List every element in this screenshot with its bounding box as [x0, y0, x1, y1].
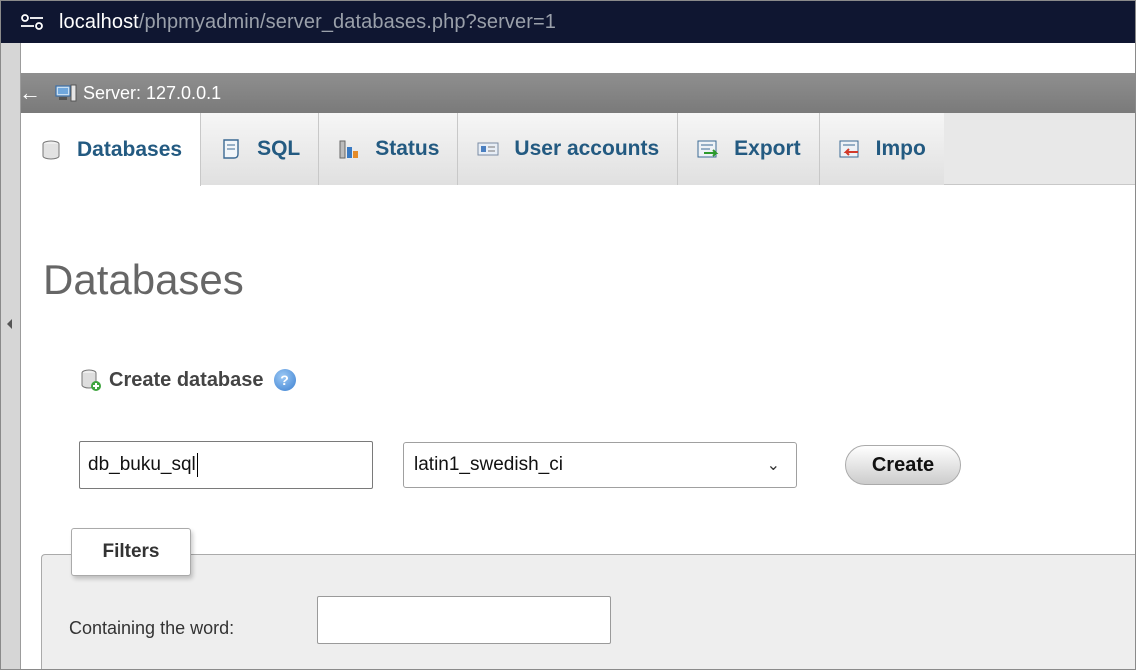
tab-label: Status — [375, 137, 440, 160]
create-button[interactable]: Create — [845, 445, 961, 485]
help-icon[interactable]: ? — [273, 369, 296, 391]
server-icon — [55, 84, 77, 102]
url-host: localhost — [59, 10, 139, 33]
user-accounts-icon — [477, 142, 499, 156]
tab-label: Export — [734, 137, 801, 160]
tab-label: SQL — [257, 137, 301, 160]
url-text[interactable]: localhost/phpmyadmin/server_databases.ph… — [59, 11, 556, 34]
filter-label: Containing the word: — [69, 618, 235, 638]
tab-export[interactable]: Export — [678, 113, 820, 185]
address-bar[interactable]: localhost/phpmyadmin/server_databases.ph… — [1, 1, 1135, 43]
server-label-text: Server: 127.0.0.1 — [83, 82, 222, 103]
tab-sql[interactable]: SQL — [201, 113, 320, 185]
tab-databases[interactable]: Databases — [21, 113, 202, 186]
status-chart-icon — [339, 140, 359, 159]
tab-label: User accounts — [514, 137, 660, 160]
tab-label: Impo — [875, 137, 926, 160]
url-path: /phpmyadmin/server_databases.php?server=… — [138, 10, 556, 33]
filters-legend: Filters — [71, 528, 191, 576]
expand-handle-icon[interactable] — [7, 319, 12, 329]
filter-word-input[interactable] — [317, 596, 611, 644]
database-icon — [42, 140, 60, 159]
page-title: Databases — [43, 256, 244, 303]
breadcrumb-server[interactable]: Server: 127.0.0.1 — [55, 83, 221, 104]
database-add-icon — [81, 369, 101, 391]
tab-label: Databases — [77, 137, 183, 161]
back-arrow-icon[interactable]: ← — [15, 73, 45, 113]
top-menu-tabs: Databases SQL Status User accounts Expor… — [21, 113, 1135, 186]
navigation-panel-collapsed[interactable] — [1, 43, 21, 669]
site-settings-icon[interactable] — [19, 12, 45, 32]
text-caret — [196, 453, 198, 477]
database-name-value: db_buku_sql — [88, 454, 196, 475]
database-name-input[interactable]: db_buku_sql — [79, 441, 373, 489]
collation-value: latin1_swedish_ci — [414, 454, 563, 475]
main-content: Databases Create database ? db_buku_sql … — [21, 186, 1135, 669]
collation-select[interactable]: latin1_swedish_ci ⌄ — [403, 442, 797, 488]
chevron-down-icon: ⌄ — [766, 457, 780, 474]
create-database-heading: Create database ? — [79, 368, 296, 392]
tab-status[interactable]: Status — [319, 113, 459, 185]
tab-import[interactable]: Impo — [819, 113, 944, 185]
import-icon — [839, 140, 859, 158]
breadcrumb: ← Server: 127.0.0.1 — [19, 73, 1135, 113]
browser-window: localhost/phpmyadmin/server_databases.ph… — [0, 0, 1136, 670]
create-database-label: Create database — [109, 368, 264, 391]
sql-icon — [223, 139, 239, 159]
tab-user-accounts[interactable]: User accounts — [458, 113, 679, 185]
export-icon — [697, 140, 719, 158]
